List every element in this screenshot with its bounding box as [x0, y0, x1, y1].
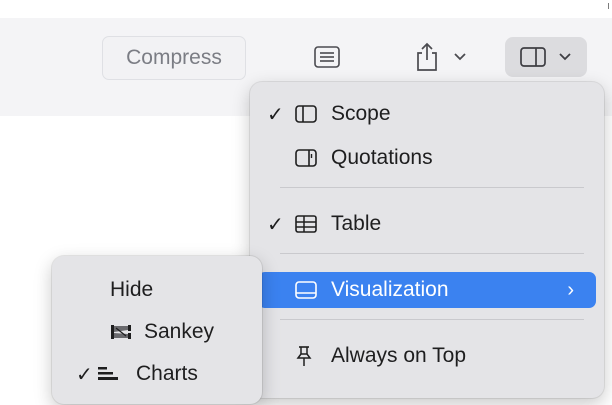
- submenu-item-label: Charts: [136, 362, 198, 385]
- menu-item-label: Table: [331, 212, 382, 235]
- menu-separator: [280, 253, 584, 254]
- menu-item-label: Quotations: [331, 146, 433, 169]
- submenu-item-sankey[interactable]: Sankey: [60, 315, 254, 349]
- submenu-item-label: Sankey: [144, 320, 215, 343]
- layout-button[interactable]: [505, 37, 587, 77]
- compress-button[interactable]: Compress: [102, 36, 246, 80]
- submenu-item-charts[interactable]: ✓ Charts: [60, 357, 254, 391]
- menu-separator: [280, 187, 584, 188]
- menu-item-label: Visualization: [331, 278, 449, 301]
- menu-item-quotations[interactable]: Quotations: [258, 140, 596, 176]
- share-button[interactable]: [406, 37, 476, 77]
- visualization-submenu: Hide Sankey ✓ Charts: [52, 256, 262, 404]
- sankey-icon: [110, 323, 142, 341]
- submenu-item-hide[interactable]: Hide: [60, 273, 254, 307]
- chevron-right-icon: ›: [567, 278, 574, 301]
- menu-item-table[interactable]: ✓ Table: [258, 206, 596, 242]
- submenu-item-label: Hide: [110, 278, 154, 301]
- window-top: ı: [0, 0, 612, 18]
- charts-icon: [96, 365, 128, 383]
- share-icon: [417, 42, 437, 71]
- checkmark: ✓: [267, 103, 284, 126]
- menu-item-visualization[interactable]: Visualization ›: [258, 272, 596, 308]
- menu-item-label: Scope: [331, 102, 391, 125]
- panel-bottom-icon: [295, 279, 327, 301]
- sidebar-right-icon: [295, 147, 327, 169]
- edge-mark: ı: [606, 0, 610, 12]
- menu-item-label: Always on Top: [331, 344, 467, 367]
- menu-separator: [280, 319, 584, 320]
- table-icon: [295, 213, 327, 235]
- sidebar-layout-icon: [520, 47, 546, 67]
- view-menu: ✓ Scope Quotations ✓ Table Visualization…: [250, 82, 604, 398]
- menu-item-always-on-top[interactable]: Always on Top: [258, 338, 596, 374]
- checkmark: ✓: [267, 213, 284, 236]
- pin-icon: [295, 345, 327, 367]
- sidebar-left-icon: [295, 103, 327, 125]
- document-icon[interactable]: [306, 40, 348, 74]
- menu-item-scope[interactable]: ✓ Scope: [258, 96, 596, 132]
- chevron-down-icon: [454, 53, 466, 61]
- chevron-down-icon: [559, 53, 571, 61]
